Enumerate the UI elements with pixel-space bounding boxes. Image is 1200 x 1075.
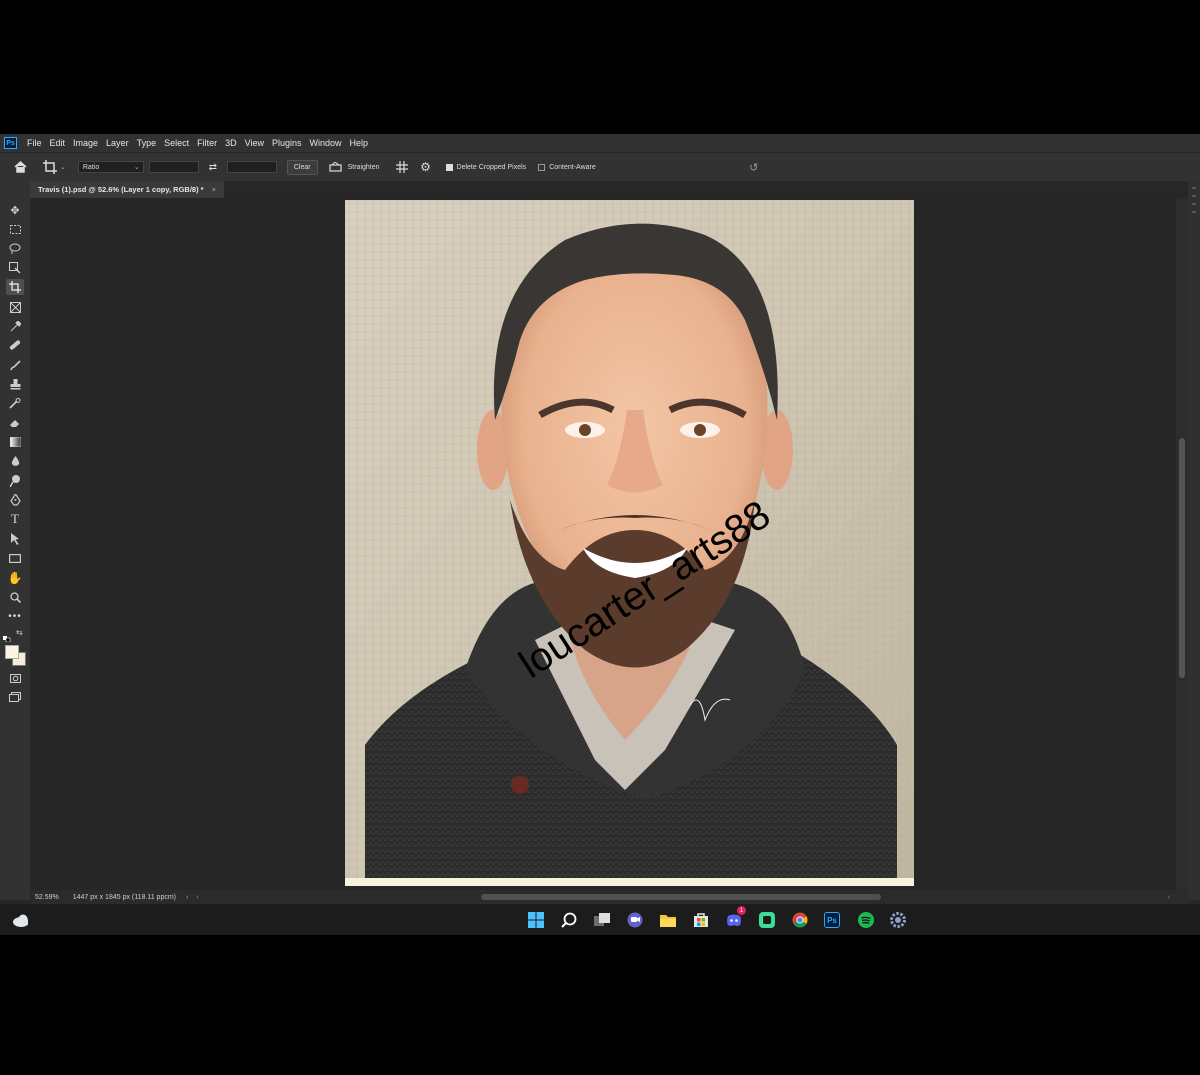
menu-layer[interactable]: Layer [102, 138, 133, 148]
pen-icon[interactable] [6, 492, 24, 508]
straighten-icon[interactable] [328, 159, 344, 175]
vertical-scrollbar[interactable] [1176, 198, 1188, 890]
eraser-icon[interactable] [6, 415, 24, 431]
menu-bar: Ps File Edit Image Layer Type Select Fil… [0, 134, 1200, 152]
menu-image[interactable]: Image [69, 138, 102, 148]
chat-icon[interactable] [627, 912, 643, 928]
move-icon[interactable]: ✥ [6, 202, 24, 218]
lasso-icon[interactable] [6, 240, 24, 256]
menu-edit[interactable]: Edit [46, 138, 70, 148]
close-icon[interactable]: × [212, 185, 216, 194]
photoshop-logo-icon: Ps [4, 137, 17, 149]
eyedropper-icon[interactable] [6, 318, 24, 334]
reset-icon[interactable]: ↺ [746, 159, 762, 175]
healing-icon[interactable] [6, 337, 24, 353]
zoom-icon[interactable] [6, 589, 24, 605]
chevron-down-icon: ⌄ [134, 164, 140, 171]
menu-file[interactable]: File [23, 138, 46, 148]
gear-icon[interactable]: ⚙ [418, 159, 434, 175]
discord-icon[interactable]: 1 [726, 906, 746, 928]
scroll-right-icon[interactable]: › [1168, 894, 1170, 901]
dodge-icon[interactable] [6, 473, 24, 489]
delete-cropped-checkbox[interactable]: Delete Cropped Pixels [445, 163, 527, 171]
ratio-value: Ratio [82, 163, 100, 171]
foreground-color-swatch[interactable] [5, 645, 19, 659]
settings-gear-icon[interactable] [890, 912, 906, 928]
task-view-icon[interactable] [594, 912, 610, 928]
document-tab-title: Travis (1).psd @ 52.6% (Layer 1 copy, RG… [38, 185, 204, 194]
marquee-icon[interactable] [6, 221, 24, 237]
options-bar: ⌄ Ratio ⌄ ⇄ Clear Straighten ⚙ Delete Cr… [0, 152, 1200, 181]
path-select-icon[interactable] [6, 531, 24, 547]
straighten-label[interactable]: Straighten [348, 164, 380, 171]
panel-collapse-icon[interactable] [1191, 182, 1197, 222]
ratio-select[interactable]: Ratio ⌄ [77, 161, 144, 173]
file-explorer-icon[interactable] [660, 912, 676, 928]
stamp-icon[interactable] [6, 376, 24, 392]
clear-button[interactable]: Clear [286, 159, 318, 175]
weather-icon[interactable] [12, 912, 28, 928]
swap-colors-icon[interactable]: ⇆ [16, 628, 23, 637]
height-input[interactable] [226, 161, 277, 173]
windows-start-icon[interactable] [528, 912, 544, 928]
menu-help[interactable]: Help [346, 138, 373, 148]
document-tab-row: Travis (1).psd @ 52.6% (Layer 1 copy, RG… [30, 181, 1200, 198]
zoom-level[interactable]: 52.59% [35, 894, 59, 901]
type-icon[interactable]: T [6, 511, 24, 527]
search-icon[interactable] [561, 912, 577, 928]
artwork-canvas[interactable] [345, 200, 914, 886]
content-aware-checkbox[interactable]: Content-Aware [538, 163, 596, 171]
menu-plugins[interactable]: Plugins [268, 138, 306, 148]
content-aware-label: Content-Aware [549, 163, 596, 171]
delete-cropped-label: Delete Cropped Pixels [456, 163, 527, 171]
menu-view[interactable]: View [241, 138, 268, 148]
rectangle-icon[interactable] [6, 550, 24, 566]
swap-icon[interactable]: ⇄ [205, 159, 221, 175]
checkbox-checked-icon [445, 163, 453, 171]
more-tools-icon[interactable]: ••• [6, 608, 24, 624]
spotify-icon[interactable] [858, 912, 874, 928]
menu-select[interactable]: Select [160, 138, 193, 148]
blur-icon[interactable] [6, 453, 24, 469]
tools-panel: ✥ T ✋ ••• ⇆ [0, 180, 30, 900]
portrait-artwork-image [345, 200, 914, 886]
quick-mask-icon[interactable] [6, 670, 24, 686]
horizontal-scroll-thumb[interactable] [481, 894, 881, 900]
microsoft-store-icon[interactable] [693, 912, 709, 928]
frame-icon[interactable] [6, 299, 24, 315]
color-swatches[interactable] [5, 645, 26, 666]
default-colors-icon[interactable] [3, 629, 11, 643]
gradient-icon[interactable] [6, 434, 24, 450]
menu-type[interactable]: Type [133, 138, 161, 148]
notification-badge: 1 [737, 906, 746, 915]
screen-mode-icon[interactable] [6, 689, 24, 705]
status-bar: 52.59% 1447 px x 1845 px (118.11 ppcm) ›… [31, 890, 1188, 904]
width-input[interactable] [148, 161, 199, 173]
windows-taskbar: 1 Ps [0, 904, 1200, 935]
photoshop-taskbar-icon[interactable]: Ps [824, 912, 840, 928]
history-brush-icon[interactable] [6, 395, 24, 411]
crop-tool-icon[interactable] [42, 159, 58, 175]
brush-icon[interactable] [6, 357, 24, 373]
menu-3d[interactable]: 3D [221, 138, 241, 148]
home-icon[interactable] [12, 159, 28, 175]
tool-preset-chevron-icon[interactable]: ⌄ [60, 163, 66, 171]
vertical-scroll-thumb[interactable] [1179, 438, 1185, 678]
info-chevron-icon[interactable]: › [186, 894, 188, 901]
document-tab[interactable]: Travis (1).psd @ 52.6% (Layer 1 copy, RG… [30, 181, 224, 198]
chrome-icon[interactable] [792, 912, 808, 928]
hand-icon[interactable]: ✋ [6, 570, 24, 586]
object-select-icon[interactable] [6, 260, 24, 276]
panel-dock-strip [1188, 180, 1200, 900]
overlay-grid-icon[interactable] [394, 159, 410, 175]
checkbox-unchecked-icon [538, 163, 546, 171]
mobile-app-icon[interactable] [759, 912, 775, 928]
scroll-left-icon[interactable]: ‹ [196, 894, 198, 901]
menu-window[interactable]: Window [306, 138, 346, 148]
document-info: 1447 px x 1845 px (118.11 ppcm) [72, 893, 176, 901]
menu-filter[interactable]: Filter [193, 138, 221, 148]
crop-icon[interactable] [6, 279, 24, 295]
